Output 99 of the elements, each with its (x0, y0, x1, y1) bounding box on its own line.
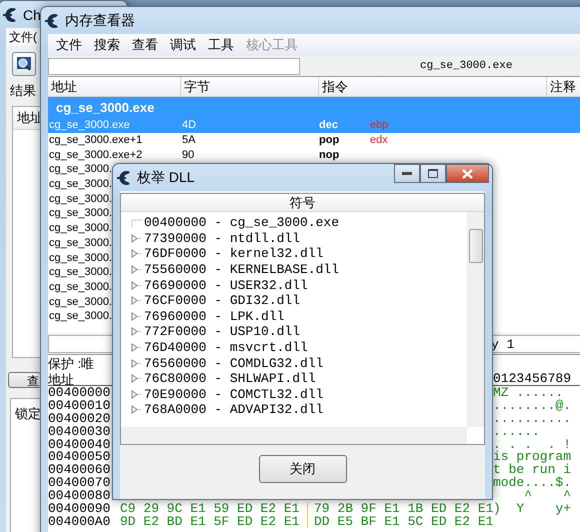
expand-arrow-icon[interactable] (131, 296, 142, 306)
minimize-button[interactable] (394, 164, 420, 183)
address-cell-text: 00400010 (48, 398, 112, 412)
minimize-icon (402, 172, 412, 176)
close-icon (462, 168, 473, 178)
bytes-cell: 90 (181, 148, 194, 162)
hex-bytes: 79 2B 9F E1 1B ED E2 E1 (307, 502, 493, 516)
module-item[interactable]: 768A0000 - ADVAPI32.dll (144, 402, 324, 418)
module-item[interactable]: 70E90000 - COMCTL32.dll (144, 386, 324, 402)
horizontal-scrollbar[interactable] (121, 427, 467, 444)
address-cell: cg_se_3000.exe+1 (48, 133, 142, 148)
address-cell-text: 00400050 (48, 450, 112, 464)
module-item[interactable]: 76D40000 - msvcrt.dll (144, 340, 308, 356)
address-cell: cg_se_3000.exe+2 (48, 148, 142, 162)
module-item[interactable]: 77390000 - ntdll.dll (144, 230, 300, 246)
module-item[interactable]: 76C80000 - SHLWAPI.dll (144, 371, 316, 386)
process-button[interactable] (12, 52, 36, 76)
expand-arrow-icon[interactable] (131, 390, 142, 399)
module-item[interactable]: 76960000 - LPK.dll (144, 308, 284, 324)
expand-arrow-icon[interactable] (131, 312, 142, 321)
expand-arrow-icon[interactable] (131, 343, 142, 352)
address-cell-text: 004000A0 (48, 514, 112, 528)
module-group-header: cg_se_3000.exe (48, 97, 580, 118)
module-item[interactable]: 76CF0000 - GDI32.dll (144, 293, 300, 308)
opcode-cell-text: dec (319, 118, 339, 132)
magnifier-icon (16, 56, 32, 72)
column-header[interactable]: 地址 (48, 77, 181, 96)
module-item[interactable]: 772F0000 - USP10.dll (144, 324, 300, 340)
module-item[interactable]: 76690000 - USER32.dll (144, 278, 308, 293)
module-item[interactable]: 00400000 - cg_se_3000.exe (144, 215, 340, 230)
opcode-cell-text: nop (319, 148, 340, 162)
lock-label: 锁定 (15, 405, 41, 423)
module-label: cg_se_3000.exe (420, 60, 512, 72)
menu-item[interactable]: 文件( (8, 28, 37, 46)
ascii-cell-text: is program (493, 450, 572, 464)
close-button[interactable] (446, 164, 489, 183)
hex-bytes: DD E5 BF E1 5C ED E2 E1 (307, 514, 493, 528)
menu-item[interactable]: 调试 (164, 36, 202, 54)
maximize-icon (428, 169, 438, 178)
module-item[interactable]: 75560000 - KERNELBASE.dll (144, 262, 340, 278)
menu-item[interactable]: 查看 (126, 36, 164, 54)
expand-arrow-icon[interactable] (131, 405, 142, 414)
address-cell-text: 00400020 (48, 412, 112, 425)
ascii-cell-text: . . . . ! (493, 438, 572, 451)
column-header: 地址 (48, 371, 74, 387)
results-label: 结果 (10, 82, 36, 100)
expand-arrow-icon[interactable] (131, 327, 142, 336)
column-header[interactable]: 符号 (121, 194, 484, 212)
close-dialog-button[interactable]: 关闭 (258, 455, 346, 483)
ascii-cell-text: ...... (493, 424, 541, 438)
scrollbar-thumb[interactable] (469, 229, 483, 263)
ascii-cell-text: ........@. (493, 398, 572, 412)
address-cell: cg_se_3000. (48, 206, 112, 220)
bytes-cell: 5A (181, 133, 196, 148)
operand-cell-text: ebp (370, 118, 390, 132)
expand-arrow-icon[interactable] (131, 374, 142, 384)
column-header: 0123456789 (493, 371, 572, 387)
ascii-cell-text: ^ ^ (524, 489, 572, 502)
bytes-cell: 4D (181, 118, 196, 132)
column-header[interactable]: 指令 (319, 77, 547, 96)
ascii-cell-text: .......... (493, 412, 572, 425)
hex-bytes: 9D E2 BD E1 5F ED E2 E1 (120, 514, 300, 528)
input-field[interactable] (48, 58, 300, 74)
address-cell: cg_se_3000.exe (48, 118, 130, 132)
address-cell-text: 00400000 (48, 386, 112, 399)
ascii-cell-text: ) Y y+ (493, 502, 572, 516)
view-button[interactable]: 查 (8, 372, 41, 388)
module-item[interactable]: 76560000 - COMDLG32.dll (144, 356, 324, 371)
ascii-cell-text: MZ ...... (493, 386, 564, 399)
column-header[interactable]: 注释 (547, 77, 580, 96)
ascii-cell-text: t be run i (493, 463, 572, 476)
expand-arrow-icon[interactable] (131, 265, 142, 274)
disassembly-row[interactable]: cg_se_3000.exe+2 90 nop (48, 147, 580, 162)
menu-item[interactable]: 搜索 (88, 36, 126, 54)
window-title: Ch (23, 6, 41, 22)
menu-item[interactable]: 工具 (202, 36, 240, 54)
window-title: 枚举 DLL (137, 168, 195, 186)
expand-arrow-icon[interactable] (131, 280, 142, 290)
expand-arrow-icon[interactable] (131, 249, 142, 258)
opcode-cell-text: pop (319, 133, 340, 148)
hex-bytes: C9 29 9C E1 59 ED E2 E1 (120, 502, 300, 516)
address-cell-text: 00400080 (48, 489, 112, 502)
vertical-scrollbar[interactable] (467, 212, 484, 427)
protection-label: 保护 :唯 (48, 355, 94, 371)
expand-arrow-icon[interactable] (131, 234, 142, 243)
menu-item[interactable]: 文件 (50, 36, 88, 54)
address-cell-text: 00400090 (48, 502, 112, 516)
column-header[interactable]: 字节 (181, 77, 319, 96)
address-cell-text: 00400040 (48, 438, 112, 451)
module-item[interactable]: 76DF0000 - kernel32.dll (144, 246, 324, 262)
address-cell-text: 00400060 (48, 463, 112, 476)
disassembly-row[interactable]: cg_se_3000.exe+1 5A pop edx (48, 132, 580, 148)
address-cell-text: 00400070 (48, 476, 112, 490)
maximize-button[interactable] (420, 164, 446, 183)
expand-arrow-icon[interactable] (131, 358, 142, 368)
ascii-cell-text: mode....$. (493, 476, 572, 490)
address-cell-text: 00400030 (48, 424, 112, 438)
window-title: 内存查看器 (65, 12, 135, 30)
operand-cell-text: edx (370, 133, 389, 148)
